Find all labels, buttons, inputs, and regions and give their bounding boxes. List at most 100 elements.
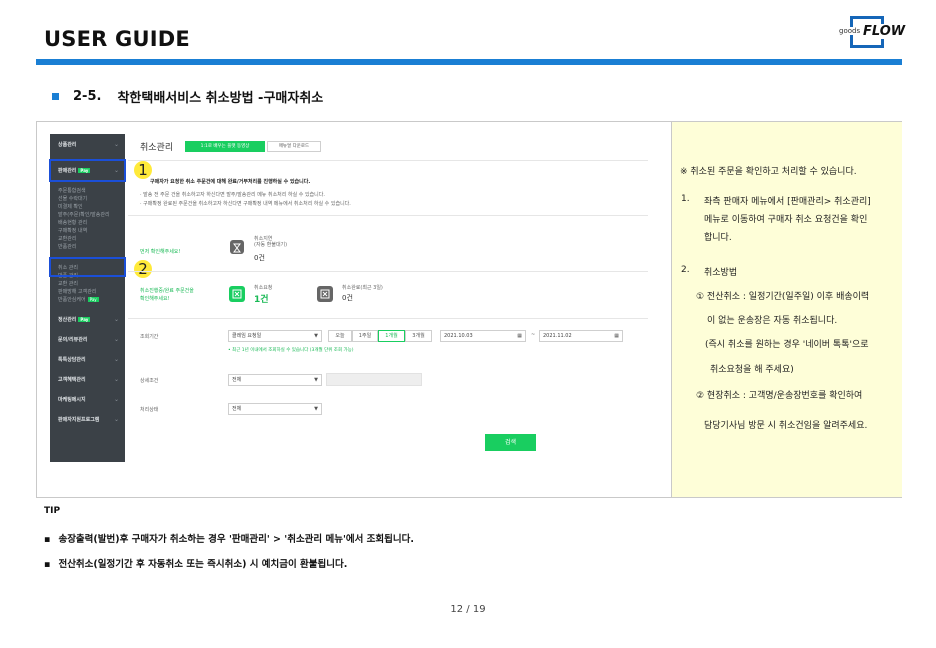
- sidebar-item-label: 구매확정 내역: [58, 228, 88, 234]
- chevron-down-icon: ⌄: [113, 416, 119, 423]
- chevron-down-icon: ⌄: [113, 376, 119, 383]
- goodsflow-logo: goods FLOW: [838, 16, 907, 52]
- sidebar-item[interactable]: 톡톡상담관리: [58, 356, 86, 363]
- hourglass-icon: [230, 240, 244, 254]
- chevron-down-icon: ⌄: [113, 356, 119, 363]
- sidebar-item-label: 반품안심케어: [58, 297, 86, 303]
- sidebar-item[interactable]: 문의/리뷰관리: [58, 336, 87, 343]
- sidebar-item[interactable]: 판매자지원프로그램: [58, 416, 99, 423]
- chevron-down-icon: ⌄: [113, 396, 119, 403]
- status1-count[interactable]: 0건: [254, 253, 265, 263]
- status-divider: [128, 271, 648, 272]
- notes-item1-line2: 메뉴로 이동하여 구매자 취소 요청건을 확인: [704, 215, 868, 225]
- range-today-button[interactable]: 오늘: [328, 330, 352, 342]
- sidebar-item[interactable]: 판매방해 고객관리: [58, 288, 96, 295]
- chevron-down-icon: ⌄: [113, 141, 119, 148]
- header-divider: [36, 59, 902, 65]
- sidebar-item[interactable]: 교환 관리: [58, 280, 78, 287]
- sidebar-item-label: 톡톡상담관리: [58, 357, 86, 363]
- sidebar-item-label: 마케팅메시지: [58, 397, 86, 403]
- status-filter-value: 전체: [232, 406, 242, 412]
- detail-condition-select[interactable]: 전체 ▼: [228, 374, 322, 386]
- notes-panel: ※ 취소된 주문을 확인하고 처리할 수 있습니다. 1. 좌측 판매자 메뉴에…: [671, 122, 902, 497]
- sidebar-item[interactable]: 구매확정 내역: [58, 227, 87, 234]
- detail-label: 상세조건: [140, 378, 159, 384]
- status2-label-line1: 취소진행중/완료 주문건을: [140, 288, 194, 294]
- page-number: 12 / 19: [450, 604, 486, 615]
- sidebar-item-label: 문의/리뷰관리: [58, 337, 88, 343]
- notes-item2-title: 취소방법: [704, 268, 738, 278]
- status-filter-select[interactable]: 전체 ▼: [228, 403, 322, 415]
- status3-title: 취소완료(최근 3일): [342, 285, 383, 291]
- notes-item1-line3: 합니다.: [704, 233, 732, 243]
- sidebar-item[interactable]: 배송현황 관리: [58, 219, 87, 226]
- range-1week-button[interactable]: 1주일: [352, 330, 378, 342]
- bullet-icon: ▪: [44, 559, 51, 570]
- detail-keyword-input[interactable]: [326, 373, 422, 386]
- sidebar-item-label: 고객혜택관리: [58, 377, 86, 383]
- tab-manual-button[interactable]: 매뉴얼 다운로드: [267, 141, 321, 152]
- tip-label: TIP: [44, 506, 61, 516]
- sidebar-item[interactable]: 반품안심케어 Pay: [58, 296, 99, 303]
- notes-sub1-line1: ① 전산취소 : 일정기간(일주일) 이후 배송이력: [696, 292, 870, 302]
- notes-sub1-line2: 이 없는 운송장은 자동 취소됩니다.: [707, 316, 838, 326]
- cancel-complete-icon: [317, 286, 333, 302]
- info-line-1: · 발송 전 주문 건을 취소하고자 하신다면 발주/발송관리 메뉴 취소처리 …: [140, 192, 325, 198]
- notes-sub2-line2: 담당기사님 방문 시 취소건임을 알려주세요.: [704, 421, 868, 431]
- notes-sub1-line3: (즉시 취소를 원하는 경우 '네이버 톡톡'으로: [705, 340, 869, 350]
- sidebar-item-label: 정산관리: [58, 317, 77, 323]
- date-from-input[interactable]: 2021.10.03 ▦: [440, 330, 526, 342]
- period-type-select[interactable]: 클레임 요청일 ▼: [228, 330, 322, 342]
- title-divider: [128, 160, 648, 161]
- sidebar-item-label: 미결제 확인: [58, 204, 83, 210]
- tab-video-button[interactable]: 1:1로 배우는 플랫 동영상: [185, 141, 265, 152]
- sidebar-item[interactable]: 미결제 확인: [58, 203, 83, 210]
- sidebar-item-label: 반품관리: [58, 244, 77, 250]
- section-heading: 2-5. 착한택배서비스 취소방법 -구매자취소: [52, 87, 323, 106]
- tip-bullet-2: ▪ 전산취소(일정기간 후 자동취소 또는 즉시취소) 시 예치금이 환불됩니다.: [44, 556, 347, 570]
- sidebar-item[interactable]: 선물 수락대기: [58, 195, 87, 202]
- info-heading: 구매자가 요청한 취소 주문건에 대해 완료/거부처리를 진행하실 수 있습니다…: [150, 179, 311, 185]
- range-3month-button[interactable]: 3개월: [405, 330, 432, 342]
- seller-sidebar: 상품관리 ⌄ 판매관리 Pay ⌄ 주문통합검색 선물 수락대기 미결제 확인 발주(주문)확인…: [50, 134, 125, 462]
- chevron-down-icon: ▼: [314, 333, 318, 339]
- sidebar-item[interactable]: 정산관리 Pay: [58, 316, 91, 323]
- range-1month-button[interactable]: 1개월: [378, 330, 405, 342]
- chevron-down-icon: ▼: [314, 377, 318, 383]
- status2-count[interactable]: 1건: [254, 292, 269, 305]
- highlight-box-sales-menu: [49, 159, 126, 182]
- sidebar-item-label: 선물 수락대기: [58, 196, 88, 202]
- sidebar-item-label: 판매방해 고객관리: [58, 289, 97, 295]
- period-label: 조회기간: [140, 334, 159, 340]
- date-to-input[interactable]: 2021.11.02 ▦: [539, 330, 623, 342]
- npay-badge: Pay: [87, 297, 99, 302]
- notes-sub1-line4: 취소요청을 해 주세요): [710, 365, 794, 375]
- embedded-screenshot: [37, 122, 671, 497]
- date-to-value: 2021.11.02: [543, 333, 572, 339]
- npay-badge: Pay: [78, 317, 91, 322]
- tip-bullet-1-text: 송장출력(발번)후 구매자가 취소하는 경우 '판매관리' > '취소관리 메뉴…: [58, 534, 414, 545]
- sidebar-item[interactable]: 반품관리: [58, 243, 76, 250]
- search-button[interactable]: 검색: [485, 434, 536, 451]
- status2-label-line2: 확인해주세요!: [140, 296, 170, 302]
- sidebar-item-label: 교환 관리: [58, 281, 78, 287]
- section-number: 2-5.: [73, 89, 102, 104]
- sidebar-item-label: 판매자지원프로그램: [58, 417, 100, 423]
- page-title: USER GUIDE: [44, 27, 190, 51]
- sidebar-item[interactable]: 교환관리: [58, 235, 76, 242]
- status3-count[interactable]: 0건: [342, 293, 353, 303]
- sidebar-item[interactable]: 고객혜택관리: [58, 376, 86, 383]
- date-from-value: 2021.10.03: [444, 333, 473, 339]
- logo-big-text: FLOW: [862, 24, 907, 39]
- step-badge-1: 1: [134, 161, 152, 179]
- sidebar-item[interactable]: 발주(주문)확인/발송관리: [58, 211, 110, 218]
- section-title: 착한택배서비스 취소방법 -구매자취소: [117, 91, 324, 106]
- tip-bullet-1: ▪ 송장출력(발번)후 구매자가 취소하는 경우 '판매관리' > '취소관리 메…: [44, 531, 414, 545]
- sidebar-item[interactable]: 주문통합검색: [58, 187, 86, 194]
- calendar-icon: ▦: [517, 333, 522, 339]
- sidebar-item[interactable]: 마케팅메시지: [58, 396, 86, 403]
- sidebar-item-label: 상품관리: [58, 142, 77, 148]
- highlight-box-cancel-menu: [49, 257, 126, 277]
- notes-item1-number: 1.: [681, 194, 690, 204]
- sidebar-item[interactable]: 상품관리: [58, 141, 76, 148]
